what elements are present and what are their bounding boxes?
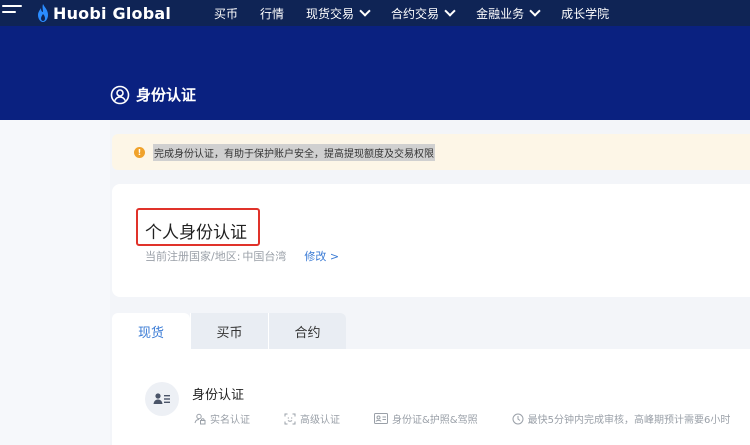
id-card-avatar — [145, 382, 179, 416]
tab-spot[interactable]: 现货 — [112, 313, 190, 349]
feature-label: 身份证&护照&驾照 — [392, 415, 478, 426]
notice-bar: ! 完成身份认证，有助于保护账户安全，提高提现额度及交易权限 — [112, 134, 750, 170]
page-title: 身份认证 — [110, 84, 196, 105]
logo-text: Huobi Global — [53, 3, 172, 23]
left-gutter — [0, 120, 110, 445]
nav-item-label: 现货交易 — [306, 6, 355, 21]
id-card-icon — [374, 413, 388, 424]
country-label: 当前注册国家/地区: — [145, 250, 241, 263]
clock-icon — [512, 413, 524, 424]
face-scan-icon — [284, 413, 296, 424]
user-lock-icon — [194, 413, 206, 424]
nav-item-contract-trading[interactable]: 合约交易 — [391, 5, 456, 22]
account-tabs: 现货 买币 合约 — [112, 313, 346, 349]
modify-country-link[interactable]: 修改 > — [304, 248, 339, 264]
tab-buy-crypto[interactable]: 买币 — [190, 313, 268, 349]
notice-text: 完成身份认证，有助于保护账户安全，提高提现额度及交易权限 — [153, 143, 435, 161]
nav-item-label: 成长学院 — [561, 6, 610, 21]
country-row: 当前注册国家/地区: 中国台湾 修改 > — [145, 248, 339, 264]
contact-card-icon — [153, 393, 170, 404]
page-banner — [0, 26, 750, 120]
card-title: 个人身份认证 — [145, 223, 247, 243]
nav-item-buy-crypto[interactable]: 买币 — [214, 5, 238, 22]
feature-item: 最快5分钟内完成审核，高峰期预计需要6小时 — [512, 411, 731, 426]
feature-item: 高级认证 — [284, 411, 340, 426]
nav-item-spot-trading[interactable]: 现货交易 — [306, 5, 371, 22]
nav-item-academy[interactable]: 成长学院 — [561, 5, 609, 22]
feature-label: 高级认证 — [300, 415, 340, 426]
feature-list: 实名认证 高级认证 身份证&护照&驾照 最快5分钟内完成审核，高峰期预计需要6小… — [194, 411, 750, 426]
chevron-down-icon — [359, 5, 371, 17]
personal-verification-card: 个人身份认证 当前注册国家/地区: 中国台湾 修改 > — [112, 184, 750, 297]
user-circle-icon — [110, 85, 130, 104]
feature-label: 实名认证 — [210, 415, 250, 426]
nav-item-markets[interactable]: 行情 — [260, 5, 284, 22]
warning-icon: ! — [134, 146, 145, 158]
feature-item: 实名认证 — [194, 411, 250, 426]
page-title-text: 身份认证 — [136, 86, 197, 104]
tab-contract[interactable]: 合约 — [268, 313, 346, 349]
menu-icon[interactable] — [2, 5, 22, 19]
nav-item-label: 金融业务 — [476, 6, 525, 21]
chevron-down-icon — [444, 5, 456, 17]
chevron-down-icon — [529, 5, 541, 17]
nav-items: 买币 行情 现货交易 合约交易 金融业务 成长学院 — [214, 0, 631, 26]
nav-item-finance[interactable]: 金融业务 — [476, 5, 541, 22]
nav-item-label: 买币 — [214, 6, 239, 21]
flame-logo-icon — [38, 4, 48, 22]
panel-title: 身份认证 — [192, 388, 245, 403]
country-value: 中国台湾 — [242, 250, 287, 263]
feature-item: 身份证&护照&驾照 — [374, 411, 478, 426]
identity-verification-panel: 身份认证 实名认证 高级认证 身份证&护照&驾照 最快5分钟内完成审核，高峰期预… — [112, 349, 750, 445]
top-navbar: Huobi Global 买币 行情 现货交易 合约交易 金融业务 成长学院 — [0, 0, 750, 26]
nav-item-label: 行情 — [260, 6, 285, 21]
logo[interactable]: Huobi Global — [36, 3, 171, 23]
feature-label: 最快5分钟内完成审核，高峰期预计需要6小时 — [527, 415, 731, 426]
nav-item-label: 合约交易 — [391, 6, 440, 21]
